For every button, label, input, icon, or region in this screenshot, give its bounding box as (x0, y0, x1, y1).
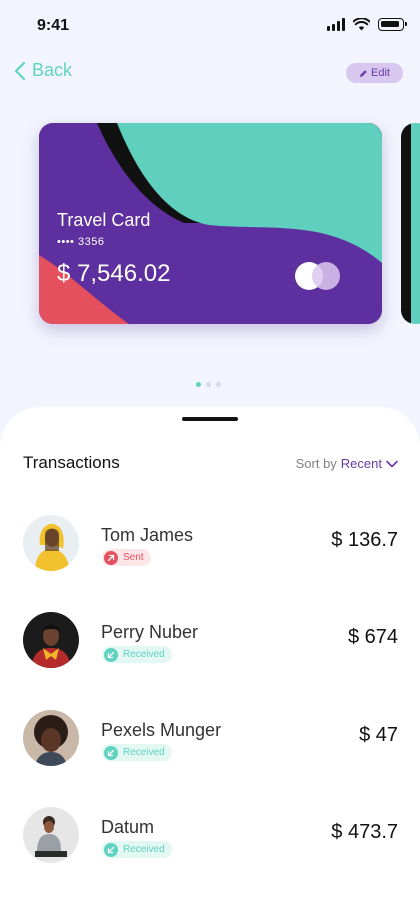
arrow-down-left-icon (104, 745, 118, 760)
carousel-dot[interactable] (196, 382, 201, 387)
back-label: Back (32, 60, 73, 80)
edit-label: Edit (371, 67, 390, 79)
transaction-amount: $ 473.7 (331, 821, 398, 843)
transaction-amount: $ 136.7 (331, 529, 398, 551)
transaction-name: Tom James (101, 525, 194, 545)
transaction-amount: $ 47 (359, 724, 398, 746)
status-badge: Received (102, 841, 172, 858)
transaction-name: Pexels Munger (101, 720, 222, 740)
avatar (23, 612, 79, 668)
transactions-title: Transactions (23, 453, 120, 472)
carousel-dot[interactable] (216, 382, 221, 387)
transactions-sheet: Transactions Sort by Recent Tom James Se… (0, 407, 420, 910)
status-time: 9:41 (37, 17, 70, 34)
back-button[interactable]: Back (14, 60, 72, 81)
arrow-down-left-icon (104, 842, 118, 857)
status-label: Received (123, 649, 165, 660)
avatar (23, 807, 79, 863)
status-label: Sent (123, 552, 144, 563)
carousel-dot[interactable] (206, 382, 211, 387)
status-label: Received (123, 844, 165, 855)
avatar (23, 710, 79, 766)
sort-prefix: Sort by (295, 456, 337, 471)
status-badge: Received (102, 744, 172, 761)
status-bar: 9:41 (0, 0, 420, 52)
cellular-signal-icon (327, 17, 345, 31)
battery-icon (378, 17, 407, 31)
chevron-left-icon (14, 61, 26, 80)
transaction-amount: $ 674 (347, 626, 398, 648)
transaction-row[interactable]: Perry Nuber Received $ 674 (0, 606, 420, 676)
status-badge: Received (102, 646, 172, 663)
next-card-preview[interactable] (401, 123, 420, 324)
transaction-name: Datum (101, 817, 155, 837)
status-icons (327, 17, 407, 31)
sort-value: Recent (340, 456, 382, 471)
transaction-row[interactable]: Pexels Munger Received $ 47 (0, 704, 420, 774)
avatar (23, 515, 79, 571)
transaction-row[interactable]: Tom James Sent $ 136.7 (0, 509, 420, 579)
status-label: Received (123, 747, 165, 758)
travel-card[interactable]: Travel Card •••• 3356 $ 7,546.02 (39, 123, 382, 324)
arrow-down-left-icon (104, 647, 118, 662)
transaction-row[interactable]: Datum Received $ 473.7 (0, 801, 420, 871)
edit-button[interactable]: Edit (346, 63, 403, 83)
status-badge: Sent (102, 549, 151, 566)
sort-dropdown[interactable]: Sort by Recent (296, 456, 398, 471)
pencil-icon (360, 69, 367, 77)
card-balance: $ 7,546.02 (57, 260, 171, 287)
chevron-down-icon (386, 460, 398, 467)
card-name: Travel Card (57, 210, 151, 230)
sheet-handle[interactable] (182, 417, 238, 421)
carousel-indicator (196, 382, 221, 387)
arrow-up-right-icon (104, 550, 118, 565)
card-number: •••• 3356 (57, 236, 105, 248)
transaction-name: Perry Nuber (101, 622, 199, 642)
card-network-logo (295, 262, 341, 290)
wifi-icon (353, 17, 370, 30)
